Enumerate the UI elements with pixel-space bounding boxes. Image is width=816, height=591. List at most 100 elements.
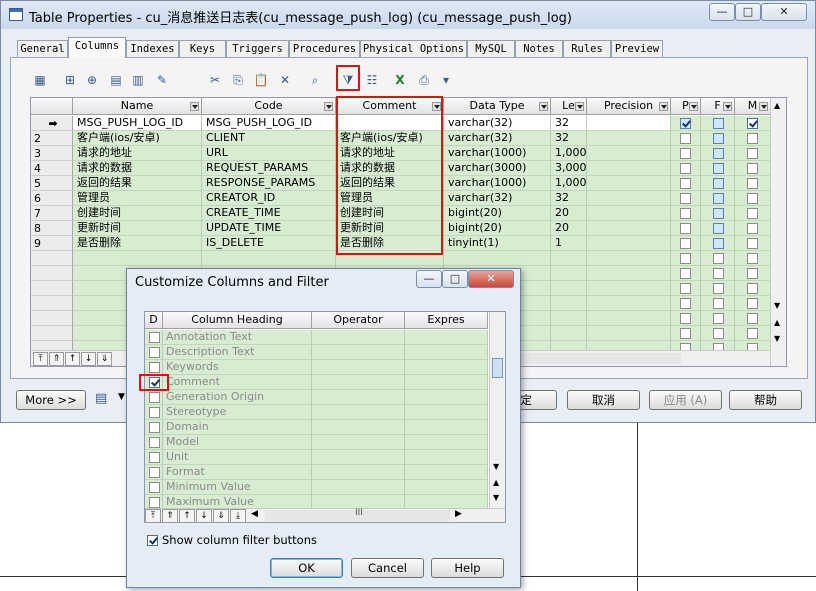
cell-precision[interactable]: [587, 146, 671, 161]
row-header[interactable]: 3: [31, 146, 73, 161]
checkbox-m[interactable]: [747, 238, 758, 249]
cell-len[interactable]: [551, 311, 587, 326]
cell-precision[interactable]: [587, 326, 671, 341]
cell-name[interactable]: 返回的结果: [73, 176, 202, 191]
checkbox-p[interactable]: [680, 133, 691, 144]
dialog-help-button[interactable]: Help: [431, 558, 504, 578]
dialog-cell-operator[interactable]: [312, 420, 405, 435]
checkbox-f[interactable]: [713, 328, 724, 339]
dialog-cell-operator[interactable]: [312, 405, 405, 420]
move-bottom-icon[interactable]: ▼: [774, 334, 780, 343]
checkbox-f[interactable]: [713, 313, 724, 324]
cell-name[interactable]: 管理员: [73, 191, 202, 206]
dialog-cell-operator[interactable]: [312, 465, 405, 480]
tab-mysql[interactable]: MySQL: [467, 40, 515, 58]
cell-precision[interactable]: [587, 281, 671, 296]
scroll-down-icon[interactable]: ▼: [493, 462, 499, 471]
checkbox-m[interactable]: [747, 208, 758, 219]
tab-triggers[interactable]: Triggers: [226, 40, 289, 58]
chevron-down-icon[interactable]: ▼: [118, 392, 125, 402]
cell-len[interactable]: [551, 281, 587, 296]
dialog-cell-expression[interactable]: [405, 375, 488, 390]
dialog-cell-expression[interactable]: [405, 330, 488, 345]
window-titlebar[interactable]: Table Properties - cu_消息推送日志表(cu_message…: [1, 1, 815, 29]
dialog-cell-heading[interactable]: Annotation Text: [163, 330, 312, 345]
show-filter-checkbox[interactable]: [147, 535, 158, 546]
dialog-cell-heading[interactable]: Minimum Value: [163, 480, 312, 495]
move-down-page-icon[interactable]: ⇓: [97, 352, 112, 366]
dialog-cell-operator[interactable]: [312, 390, 405, 405]
checkbox-p[interactable]: [680, 328, 691, 339]
checkbox-p[interactable]: [680, 148, 691, 159]
dialog-header-d[interactable]: D: [145, 312, 163, 329]
dialog-maximize-button[interactable]: □: [442, 270, 468, 288]
cell-name[interactable]: 是否删除: [73, 236, 202, 251]
cell-precision[interactable]: [587, 251, 671, 266]
row-header[interactable]: 2: [31, 131, 73, 146]
move-bottom-icon[interactable]: ⤓: [230, 509, 246, 522]
dialog-header-expres[interactable]: Expres: [405, 312, 488, 329]
move-down-page-icon[interactable]: ⇓: [213, 509, 229, 522]
checkbox-f[interactable]: [713, 118, 724, 129]
cell-code[interactable]: IS_DELETE: [202, 236, 336, 251]
dialog-minimize-button[interactable]: —: [416, 270, 442, 288]
replace-icon[interactable]: ✎: [153, 71, 171, 89]
checkbox-p[interactable]: [680, 178, 691, 189]
checkbox-m[interactable]: [747, 283, 758, 294]
cell-len[interactable]: [551, 266, 587, 281]
dialog-header-column-heading[interactable]: Column Heading: [163, 312, 312, 329]
dialog-cell-heading[interactable]: Domain: [163, 420, 312, 435]
filter-grid[interactable]: D Column Heading Operator Expres Annotation…: [144, 311, 506, 523]
header-m[interactable]: M: [735, 98, 771, 115]
dialog-cell-expression[interactable]: [405, 435, 488, 450]
add-row-icon[interactable]: ⊕: [83, 71, 101, 89]
checkbox-m[interactable]: [747, 298, 758, 309]
checkbox-f[interactable]: [713, 148, 724, 159]
checkbox-f[interactable]: [713, 253, 724, 264]
checkbox-p[interactable]: [680, 268, 691, 279]
cell-type[interactable]: varchar(1000): [444, 176, 551, 191]
cell-name[interactable]: 更新时间: [73, 221, 202, 236]
header-precision[interactable]: Precision: [587, 98, 671, 115]
cell-precision[interactable]: [587, 191, 671, 206]
cell-type[interactable]: [444, 251, 551, 266]
help-button[interactable]: 帮助: [729, 390, 802, 410]
dialog-cell-operator[interactable]: [312, 375, 405, 390]
move-up-page-icon[interactable]: ⇑: [162, 509, 178, 522]
dialog-row-checkbox[interactable]: [149, 407, 160, 418]
cell-name[interactable]: [73, 251, 202, 266]
header-name[interactable]: Name: [73, 98, 202, 115]
move-up-icon[interactable]: ↑: [179, 509, 195, 522]
checkbox-p[interactable]: [680, 283, 691, 294]
dialog-cell-expression[interactable]: [405, 480, 488, 495]
cell-code[interactable]: REQUEST_PARAMS: [202, 161, 336, 176]
tab-general[interactable]: General: [17, 40, 68, 58]
checkbox-m[interactable]: [747, 268, 758, 279]
dialog-cell-expression[interactable]: [405, 390, 488, 405]
tab-keys[interactable]: Keys: [179, 40, 226, 58]
cell-precision[interactable]: [587, 311, 671, 326]
scroll-thumb-grip[interactable]: III: [355, 508, 363, 518]
cell-code[interactable]: URL: [202, 146, 336, 161]
cell-name[interactable]: MSG_PUSH_LOG_ID: [73, 116, 202, 131]
scroll-right-icon[interactable]: ▶: [455, 509, 462, 519]
cell-len[interactable]: 20: [551, 206, 587, 221]
move-down-icon[interactable]: ↓: [196, 509, 212, 522]
cell-precision[interactable]: [587, 296, 671, 311]
checkbox-f[interactable]: [713, 298, 724, 309]
cell-type[interactable]: varchar(32): [444, 191, 551, 206]
chevron-down-icon[interactable]: [575, 102, 584, 111]
more-button[interactable]: More >>: [16, 390, 86, 410]
chevron-down-icon[interactable]: [759, 102, 768, 111]
header-p[interactable]: P: [671, 98, 701, 115]
checkbox-f[interactable]: [713, 163, 724, 174]
cell-precision[interactable]: [587, 221, 671, 236]
cell-type[interactable]: varchar(32): [444, 116, 551, 131]
header-le[interactable]: Le: [551, 98, 587, 115]
move-top-icon[interactable]: ⤒: [145, 509, 161, 522]
cell-len[interactable]: 1: [551, 236, 587, 251]
header-code[interactable]: Code: [202, 98, 336, 115]
cell-name[interactable]: 创建时间: [73, 206, 202, 221]
tab-physical-options[interactable]: Physical Options: [360, 40, 467, 58]
dialog-cell-expression[interactable]: [405, 405, 488, 420]
